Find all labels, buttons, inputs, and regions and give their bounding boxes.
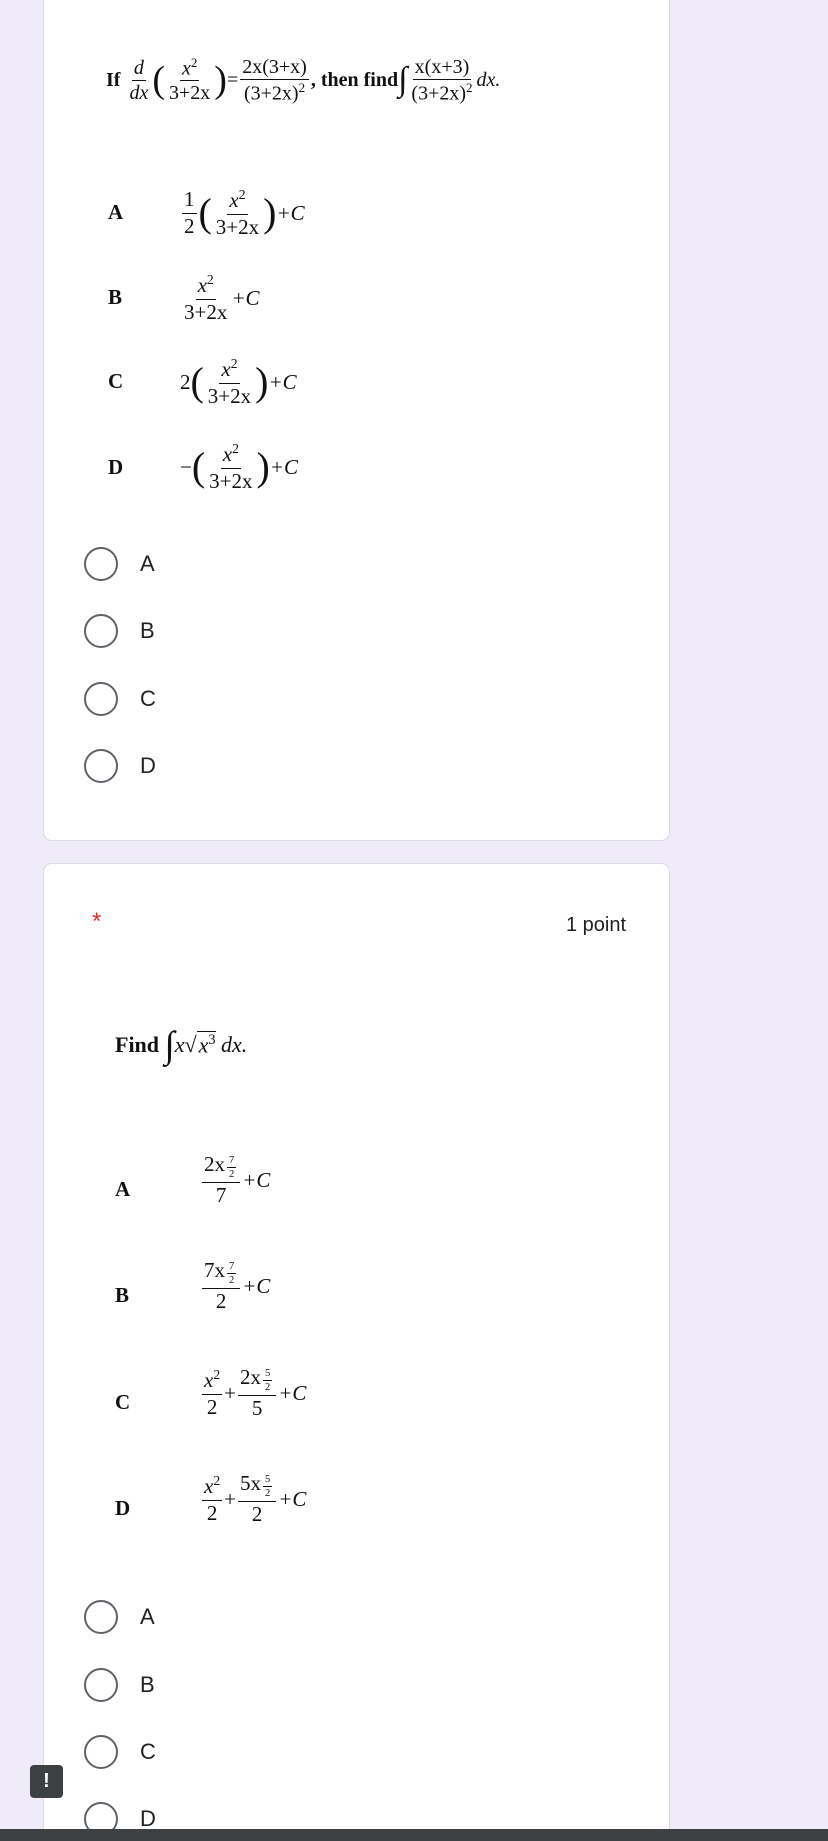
q1-option-b-expression: x2 3+2x +C [184, 272, 260, 324]
q2-option-letter-b: B [115, 1283, 130, 1307]
q1-choice-c[interactable]: C [84, 681, 156, 717]
required-asterisk: * [92, 908, 102, 935]
radio-button[interactable] [84, 1668, 118, 1702]
radio-button[interactable] [84, 547, 118, 581]
q2-choice-a[interactable]: A [84, 1599, 155, 1635]
question-1-text: If d dx ( x2 3+2x ) = 2x(3+x) (3+2x)2 , the… [106, 54, 501, 105]
q1-option-a-expression: 12 ( x2 3+2x ) +C [182, 187, 305, 239]
q2-option-d-expression: x2 2 + 5x 5 2 2 +C [202, 1470, 307, 1526]
q2-choice-c[interactable]: C [84, 1734, 156, 1770]
radio-button[interactable] [84, 614, 118, 648]
q2-option-a-expression: 2x 7 2 7 +C [202, 1151, 271, 1207]
q2-option-c-expression: x2 2 + 2x 5 2 5 +C [202, 1364, 307, 1420]
q1-option-letter-a: A [108, 200, 124, 224]
q2-option-letter-a: A [115, 1177, 131, 1201]
radio-button[interactable] [84, 1600, 118, 1634]
radio-button[interactable] [84, 682, 118, 716]
radio-button[interactable] [84, 749, 118, 783]
q1-choice-d[interactable]: D [84, 748, 156, 784]
question-2-text: Find ∫ x √ x3 dx. [115, 1024, 248, 1066]
q1-option-letter-c: C [108, 369, 124, 393]
q1-choice-b[interactable]: B [84, 613, 155, 649]
points-label: 1 point [566, 914, 627, 936]
radio-button[interactable] [84, 1735, 118, 1769]
q2-option-b-expression: 7x 7 2 2 +C [202, 1257, 271, 1313]
q1-option-c-expression: 2 ( x2 3+2x ) +C [180, 356, 297, 408]
q2-choice-b[interactable]: B [84, 1667, 155, 1703]
q1-option-letter-b: B [108, 285, 123, 309]
report-problem-button[interactable]: ! [30, 1765, 63, 1798]
q1-option-letter-d: D [108, 455, 124, 479]
bottom-bar [0, 1829, 828, 1841]
q1-option-d-expression: − ( x2 3+2x ) +C [180, 441, 298, 493]
q1-choice-a[interactable]: A [84, 546, 155, 582]
q2-option-letter-c: C [115, 1390, 131, 1414]
q2-option-letter-d: D [115, 1496, 131, 1520]
